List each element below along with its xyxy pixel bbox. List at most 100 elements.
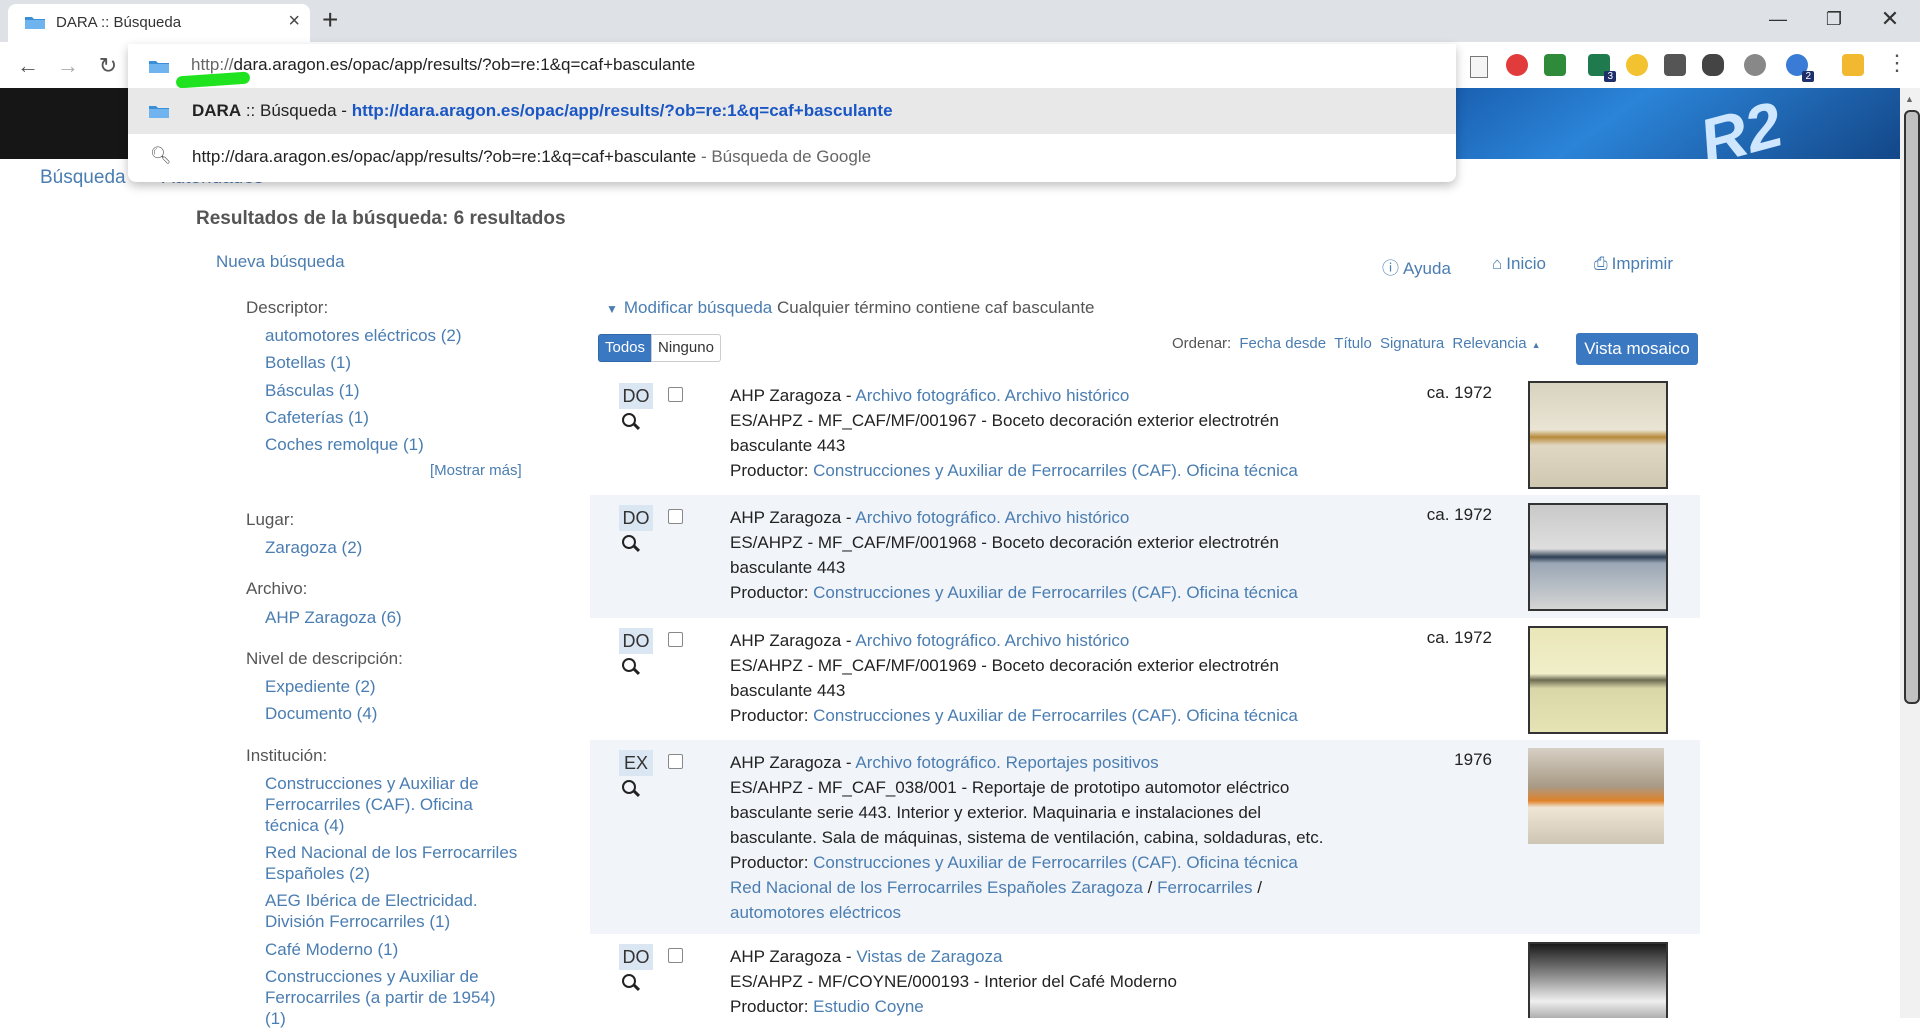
subject-link[interactable]: automotores eléctricos (730, 903, 901, 922)
magnifier-icon[interactable] (622, 413, 641, 431)
profile-avatar[interactable] (1842, 54, 1864, 76)
producer-link[interactable]: Construcciones y Auxiliar de Ferrocarril… (813, 583, 1298, 602)
nav-search[interactable]: Búsqueda (40, 167, 126, 189)
facet-item[interactable]: Documento (4) (265, 703, 377, 724)
page-title: Resultados de la búsqueda: 6 resultados (196, 208, 566, 229)
sort-relevance[interactable]: Relevancia (1452, 335, 1526, 352)
shield-extension-icon[interactable]: 3 (1588, 54, 1616, 82)
address-bar[interactable]: http://dara.aragon.es/opac/app/results/?… (128, 44, 1456, 89)
facet-item[interactable]: Coches remolque (1) (265, 434, 424, 455)
select-checkbox[interactable] (668, 509, 683, 524)
place-link[interactable]: Red Nacional de los Ferrocarriles Españo… (730, 878, 1143, 897)
level-badge: DO (619, 383, 653, 409)
facet-item[interactable]: Cafeterías (1) (265, 407, 369, 428)
scroll-up-icon[interactable]: ▲ (1905, 94, 1914, 104)
facet-item[interactable]: Red Nacional de los Ferrocarriles Español… (265, 842, 517, 884)
result-thumbnail[interactable] (1528, 626, 1668, 734)
modify-search[interactable]: ▼ Modificar búsqueda Cualquier término co… (606, 298, 1095, 318)
restore-icon[interactable]: ❐ (1808, 0, 1860, 38)
fonds-link[interactable]: Archivo fotográfico. Archivo histórico (855, 508, 1129, 527)
result-thumbnail[interactable] (1528, 503, 1668, 611)
facet-item[interactable]: Básculas (1) (265, 380, 359, 401)
select-all-button[interactable]: Todos (598, 334, 652, 362)
facet-nivel-label: Nivel de descripción: (246, 649, 403, 668)
incognito-icon[interactable] (1702, 54, 1724, 76)
facet-item[interactable]: automotores eléctricos (2) (265, 325, 462, 346)
new-search-link[interactable]: Nueva búsqueda (216, 252, 345, 272)
privacy-shield-icon[interactable] (1664, 54, 1686, 76)
result-row: DO AHP Zaragoza - Archivo fotográfico. A… (590, 618, 1700, 740)
home-link[interactable]: ⌂ Inicio (1492, 254, 1546, 274)
sort-date[interactable]: Fecha desde (1239, 335, 1326, 352)
facet-item[interactable]: Café Moderno (1) (265, 939, 398, 960)
menu-dots-icon[interactable]: ⋮ (1886, 50, 1908, 76)
fonds-link[interactable]: Archivo fotográfico. Reportajes positivo… (855, 753, 1158, 772)
select-checkbox[interactable] (668, 948, 683, 963)
window-close-icon[interactable]: ✕ (1864, 0, 1916, 38)
fonds-link[interactable]: Archivo fotográfico. Archivo histórico (855, 386, 1129, 405)
subject-link[interactable]: Ferrocarriles (1157, 878, 1252, 897)
facet-item[interactable]: AHP Zaragoza (6) (265, 607, 402, 628)
facet-item[interactable]: Zaragoza (2) (265, 537, 362, 558)
facet-item[interactable]: Botellas (1) (265, 352, 351, 373)
hand-extension-icon[interactable] (1626, 54, 1648, 76)
suggestion-search[interactable]: 🔍︎ http://dara.aragon.es/opac/app/result… (128, 134, 1456, 180)
reader-icon[interactable] (1470, 56, 1488, 78)
result-row: DO AHP Zaragoza - Archivo fotográfico. A… (590, 373, 1700, 495)
result-thumbnail[interactable] (1528, 942, 1668, 1018)
omnibox-dropdown: http://dara.aragon.es/opac/app/results/?… (128, 44, 1456, 182)
select-none-button[interactable]: Ninguno (651, 334, 721, 362)
facet-lugar-label: Lugar: (246, 510, 295, 529)
result-row: DO AHP Zaragoza - Archivo fotográfico. A… (590, 495, 1700, 618)
close-icon[interactable]: × (288, 10, 300, 33)
select-checkbox[interactable] (668, 632, 683, 647)
producer-link[interactable]: Construcciones y Auxiliar de Ferrocarril… (813, 853, 1298, 872)
new-tab-button[interactable]: + (322, 4, 338, 36)
circle-extension-icon[interactable] (1744, 54, 1766, 76)
sort-title[interactable]: Título (1334, 335, 1372, 352)
select-checkbox[interactable] (668, 387, 683, 402)
producer-link[interactable]: Construcciones y Auxiliar de Ferrocarril… (813, 461, 1298, 480)
info-icon: ⓘ (1382, 259, 1399, 278)
select-checkbox[interactable] (668, 754, 683, 769)
fonds-link[interactable]: Archivo fotográfico. Archivo histórico (855, 631, 1129, 650)
show-more-link[interactable]: [Mostrar más] (430, 462, 522, 479)
result-date: ca. 1972 (1426, 628, 1492, 647)
printer-icon: ⎙ (1594, 254, 1608, 273)
level-badge: DO (619, 505, 653, 531)
result-thumbnail[interactable] (1528, 748, 1664, 844)
fonds-link[interactable]: Vistas de Zaragoza (856, 947, 1002, 966)
level-badge: DO (619, 944, 653, 970)
magnifier-icon[interactable] (622, 535, 641, 553)
mosaic-view-button[interactable]: Vista mosaico (1576, 333, 1698, 365)
browser-tab[interactable]: DARA :: Búsqueda × (8, 4, 310, 42)
minimize-icon[interactable]: — (1752, 0, 1804, 38)
producer-link[interactable]: Estudio Coyne (813, 997, 924, 1016)
sort-signature[interactable]: Signatura (1380, 335, 1444, 352)
facet-descriptor-label: Descriptor: (246, 298, 329, 317)
magnifier-icon[interactable] (622, 658, 641, 676)
result-date: ca. 1972 (1426, 505, 1492, 524)
page-scrollbar[interactable]: ▲ (1900, 88, 1920, 1018)
result-date: ca. 1972 (1426, 383, 1492, 402)
address-input[interactable]: http://dara.aragon.es/opac/app/results/?… (191, 55, 695, 75)
back-arrow-icon[interactable]: ← (12, 51, 44, 81)
print-link[interactable]: ⎙ Imprimir (1594, 254, 1673, 274)
suggestion-history[interactable]: DARA :: Búsqueda - http://dara.aragon.es… (128, 88, 1456, 134)
scrollbar-thumb[interactable] (1904, 110, 1920, 704)
google-extension-icon[interactable]: 2 (1786, 54, 1814, 82)
facet-item[interactable]: Expediente (2) (265, 676, 376, 697)
facet-item[interactable]: Construcciones y Auxiliar de Ferrocarrile… (265, 773, 479, 836)
ublock-icon[interactable] (1506, 54, 1528, 76)
bug-extension-icon[interactable] (1544, 54, 1566, 76)
help-link[interactable]: ⓘ Ayuda (1382, 254, 1451, 279)
facet-item[interactable]: AEG Ibérica de Electricidad. División Fer… (265, 890, 478, 932)
forward-arrow-icon[interactable]: → (52, 51, 84, 81)
magnifier-icon[interactable] (622, 974, 641, 992)
magnifier-icon[interactable] (622, 780, 641, 798)
result-thumbnail[interactable] (1528, 381, 1668, 489)
reload-icon[interactable]: ↻ (92, 51, 124, 81)
producer-link[interactable]: Construcciones y Auxiliar de Ferrocarril… (813, 706, 1298, 725)
facet-item[interactable]: Construcciones y Auxiliar de Ferrocarrile… (265, 966, 496, 1029)
sort-bar: Ordenar: Fecha desde Título Signatura Re… (1172, 335, 1541, 352)
